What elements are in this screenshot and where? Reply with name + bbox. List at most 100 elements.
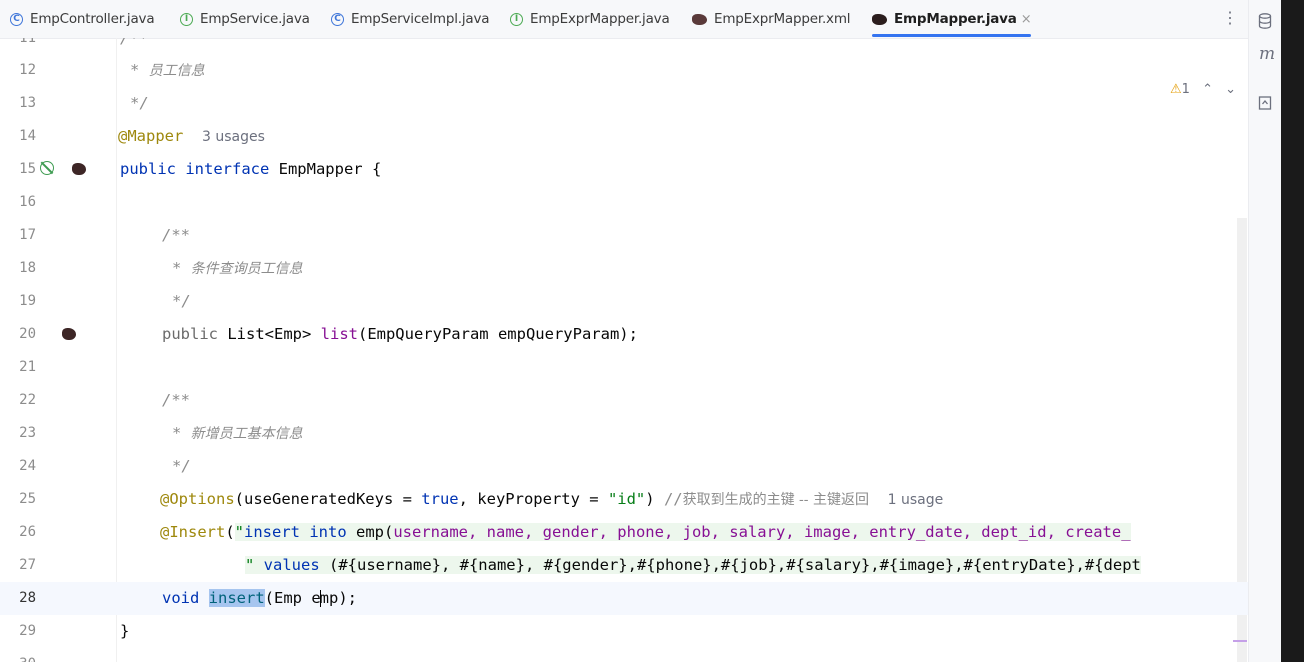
comment-star: * <box>172 259 191 277</box>
change-marker <box>1233 640 1247 642</box>
line-number: 15 <box>19 161 36 177</box>
code-fragment: ( <box>225 523 235 541</box>
injected-sql: "insert into emp(username, name, gender,… <box>234 523 1131 541</box>
close-icon[interactable]: × <box>1021 12 1032 27</box>
interface-icon: I <box>510 12 523 26</box>
editor-tab-bar: C EmpController.java I EmpService.java C… <box>0 0 1248 39</box>
mybatis-bird-icon <box>872 13 887 25</box>
usages-hint[interactable]: 1 usage <box>888 492 944 508</box>
method-name: list <box>320 325 358 343</box>
code-text: " values (#{username}, #{name}, #{gender… <box>245 549 1141 582</box>
code-text: void insert(Emp emp); <box>162 582 357 615</box>
tab-empcontroller[interactable]: C EmpController.java <box>10 0 155 38</box>
string-literal: "id" <box>607 490 646 508</box>
line-number: 16 <box>19 194 36 210</box>
database-icon[interactable] <box>1258 13 1272 32</box>
interface-icon: I <box>180 12 193 26</box>
comment-text: 条件查询员工信息 <box>190 261 303 277</box>
code-text: */ <box>172 457 191 475</box>
code-text: public interface EmpMapper { <box>120 153 381 186</box>
injected-sql: " values (#{username}, #{name}, #{gender… <box>245 556 1141 574</box>
code-line: 25 @Options(useGeneratedKeys = true, key… <box>0 483 1248 516</box>
comment-text: 员工信息 <box>148 63 205 79</box>
code-line: 13 */ <box>0 87 1248 120</box>
code-text: @Insert("insert into emp(username, name,… <box>160 516 1131 549</box>
code-text: /** <box>162 226 190 244</box>
line-number: 20 <box>19 326 36 342</box>
tab-label: EmpExprMapper.java <box>530 11 670 27</box>
line-number: 21 <box>19 359 36 375</box>
line-number: 27 <box>19 557 36 573</box>
usages-hint[interactable]: 3 usages <box>202 129 265 145</box>
line-number: 18 <box>19 260 36 276</box>
tab-empexprmapper-java[interactable]: I EmpExprMapper.java <box>510 0 670 38</box>
code-text: * 条件查询员工信息 <box>172 252 303 286</box>
sql-columns: username, name, gender, phone, job, sala… <box>393 523 1131 541</box>
class-icon: C <box>10 12 23 26</box>
code-text: @Options(useGeneratedKeys = true, keyPro… <box>160 483 943 517</box>
code-text: } <box>120 622 130 640</box>
tab-empexprmapper-xml[interactable]: EmpExprMapper.xml <box>692 0 851 38</box>
annotation: @Insert <box>160 523 226 541</box>
code-fragment: mp); <box>319 589 357 607</box>
code-text: /** <box>120 38 148 47</box>
keyword: true <box>421 490 459 508</box>
keyword: public <box>162 325 218 343</box>
string-quote: " <box>234 523 245 541</box>
tab-label: EmpService.java <box>200 11 310 27</box>
code-line: 24 */ <box>0 450 1248 483</box>
right-tool-strip: m <box>1248 0 1282 662</box>
annotation: @Options <box>160 490 235 508</box>
line-number: 29 <box>19 623 36 639</box>
code-line: 15 public interface EmpMapper { <box>0 153 1248 186</box>
code-line: 17 /** <box>0 219 1248 252</box>
tab-empservice[interactable]: I EmpService.java <box>180 0 310 38</box>
line-number: 24 <box>19 458 36 474</box>
tab-label: EmpMapper.java <box>894 11 1017 27</box>
maven-icon[interactable]: m <box>1259 44 1275 64</box>
code-text: */ <box>172 292 191 310</box>
code-line: 18 * 条件查询员工信息 <box>0 252 1248 285</box>
notifications-icon[interactable] <box>1258 95 1272 114</box>
code-fragment: ) <box>645 490 664 508</box>
annotation: @Mapper <box>118 127 184 145</box>
comment-star: * <box>172 424 191 442</box>
tab-empmapper-java[interactable]: EmpMapper.java × <box>872 0 1032 38</box>
line-number: 14 <box>19 128 36 144</box>
comment-marker: // <box>663 490 683 508</box>
string-quote: " <box>245 556 255 574</box>
parameters: (EmpQueryParam empQueryParam); <box>357 325 638 343</box>
code-editor[interactable]: ⚠1 ⌃ ⌄ 11 /** 12 * 员工信息 13 */ 14 @Mapper… <box>0 38 1248 662</box>
mybatis-bird-icon <box>692 13 707 25</box>
line-number: 19 <box>19 293 36 309</box>
line-number: 11 <box>19 38 36 46</box>
sql-keyword: insert into <box>244 523 347 541</box>
line-number: 22 <box>19 392 36 408</box>
mybatis-bird-icon[interactable] <box>72 163 86 175</box>
line-number: 23 <box>19 425 36 441</box>
code-text: @Mapper 3 usages <box>118 120 265 154</box>
code-text: */ <box>130 94 149 112</box>
sql-table: emp( <box>346 523 394 541</box>
tab-label: EmpController.java <box>30 11 155 27</box>
class-icon: C <box>331 12 344 26</box>
line-number: 12 <box>19 62 36 78</box>
code-line: 27 " values (#{username}, #{name}, #{gen… <box>0 549 1248 582</box>
line-number: 30 <box>0 648 36 662</box>
mybatis-bird-icon[interactable] <box>62 328 76 340</box>
active-tab-underline <box>872 34 1032 37</box>
keyword: public interface <box>120 160 270 178</box>
identifier: EmpMapper { <box>269 160 382 178</box>
type: List<Emp> <box>218 325 321 343</box>
no-implementation-icon[interactable] <box>40 161 54 175</box>
comment-text: 获取到生成的主键 -- 主键返回 <box>682 492 869 508</box>
tab-empserviceimpl[interactable]: C EmpServiceImpl.java <box>331 0 490 38</box>
line-number: 13 <box>19 95 36 111</box>
code-line: 11 /** <box>0 38 1248 55</box>
sql-values: (#{username}, #{name}, #{gender},#{phone… <box>329 556 1141 574</box>
code-line: 22 /** <box>0 384 1248 417</box>
more-tabs-icon[interactable]: ⋮ <box>1222 8 1238 28</box>
comment-text: 新增员工基本信息 <box>190 426 303 442</box>
code-line: 14 @Mapper 3 usages <box>0 120 1248 153</box>
